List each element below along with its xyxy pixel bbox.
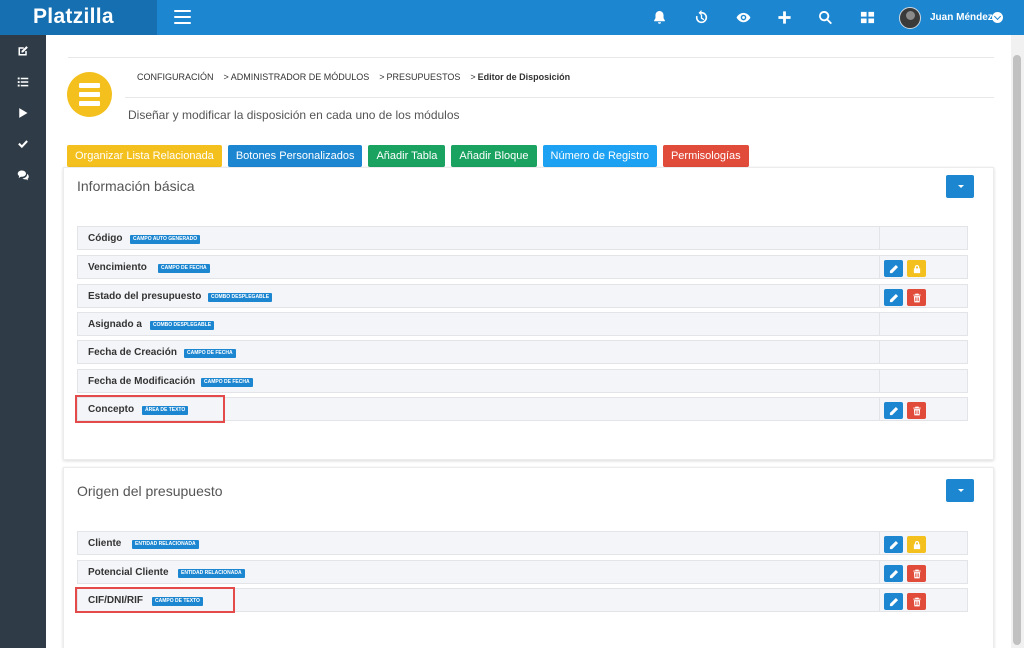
edit-field-button[interactable]	[884, 289, 903, 306]
grid-icon[interactable]	[858, 8, 876, 26]
lock-icon[interactable]	[907, 260, 926, 277]
field-type-badge: ENTIDAD RELACIONADA	[132, 540, 199, 549]
edit-field-button[interactable]	[884, 402, 903, 419]
row-divider	[879, 588, 880, 612]
field-row[interactable]: Asignado a COMBO DESPLEGABLE	[77, 312, 968, 336]
breadcrumb-editor: Editor de Disposición	[477, 72, 571, 82]
row-divider	[879, 560, 880, 584]
delete-field-button[interactable]	[907, 402, 926, 419]
field-row[interactable]: Estado del presupuesto COMBO DESPLEGABLE	[77, 284, 968, 308]
field-name: Fecha de Creación	[88, 347, 177, 358]
plus-icon[interactable]	[775, 8, 793, 26]
lock-icon[interactable]	[907, 536, 926, 553]
play-icon[interactable]	[15, 105, 31, 121]
check-icon[interactable]	[15, 136, 31, 152]
block-title: Información básica	[77, 178, 195, 194]
app-logo[interactable]: Platzilla	[33, 5, 114, 29]
breadcrumb-administrador[interactable]: ADMINISTRADOR DE MÓDULOS	[231, 72, 370, 82]
breadcrumb: CONFIGURACIÓN > ADMINISTRADOR DE MÓDULOS…	[137, 72, 580, 82]
history-icon[interactable]	[692, 8, 710, 26]
field-name: Fecha de Modificación	[88, 376, 196, 387]
field-type-badge: CAMPO AUTO GENERADO	[130, 235, 201, 244]
field-name: Estado del presupuesto	[88, 291, 202, 302]
field-name: Cliente	[88, 538, 122, 549]
organizar-lista-button[interactable]: Organizar Lista Relacionada	[67, 145, 222, 167]
action-tabs: Organizar Lista Relacionada Botones Pers…	[67, 145, 749, 167]
edit-field-button[interactable]	[884, 593, 903, 610]
page-subtitle: Diseñar y modificar la disposición en ca…	[128, 108, 460, 122]
highlight-box	[75, 395, 225, 423]
row-divider	[879, 397, 880, 421]
delete-field-button[interactable]	[907, 289, 926, 306]
chat-icon[interactable]	[15, 167, 31, 183]
page-scrollbar[interactable]	[1011, 35, 1024, 648]
breadcrumb-separator: >	[379, 72, 385, 82]
field-row[interactable]: Potencial Cliente ENTIDAD RELACIONADA	[77, 560, 968, 584]
field-name: Asignado a	[88, 319, 142, 330]
block-origen-presupuesto: Origen del presupuesto	[63, 467, 994, 648]
header-divider	[125, 97, 994, 98]
delete-field-button[interactable]	[907, 593, 926, 610]
edit-icon[interactable]	[15, 43, 31, 59]
field-type-badge: CAMPO DE FECHA	[184, 349, 236, 358]
row-divider	[879, 531, 880, 555]
breadcrumb-presupuestos[interactable]: PRESUPUESTOS	[387, 72, 461, 82]
search-icon[interactable]	[816, 8, 834, 26]
field-type-badge: ENTIDAD RELACIONADA	[178, 569, 245, 578]
breadcrumb-separator: >	[223, 72, 229, 82]
botones-personalizados-button[interactable]: Botones Personalizados	[227, 145, 363, 167]
row-divider	[879, 369, 880, 393]
edit-field-button[interactable]	[884, 536, 903, 553]
edit-field-button[interactable]	[884, 565, 903, 582]
block-options-button[interactable]	[946, 479, 974, 502]
edit-field-button[interactable]	[884, 260, 903, 277]
server-module-icon	[67, 72, 112, 117]
row-divider	[879, 340, 880, 364]
breadcrumb-configuracion[interactable]: CONFIGURACIÓN	[137, 72, 214, 82]
delete-field-button[interactable]	[907, 565, 926, 582]
top-navbar: Platzilla Juan Méndez	[0, 0, 1024, 35]
anadir-bloque-button[interactable]: Añadir Bloque	[451, 145, 537, 167]
breadcrumb-separator: >	[470, 72, 476, 82]
field-name: Código	[88, 233, 123, 244]
field-name: Vencimiento	[88, 262, 147, 273]
permisologias-button[interactable]: Permisologías	[662, 145, 749, 167]
field-type-badge: CAMPO DE FECHA	[201, 378, 253, 387]
header-top-divider	[68, 57, 994, 58]
avatar[interactable]	[899, 7, 921, 29]
field-type-badge: COMBO DESPLEGABLE	[208, 293, 273, 302]
field-row[interactable]: Código CAMPO AUTO GENERADO	[77, 226, 968, 250]
field-row[interactable]: Fecha de Modificación CAMPO DE FECHA	[77, 369, 968, 393]
field-row[interactable]: Cliente ENTIDAD RELACIONADA	[77, 531, 968, 555]
highlight-box	[75, 587, 235, 613]
field-type-badge: CAMPO DE FECHA	[158, 264, 210, 273]
row-divider	[879, 255, 880, 279]
anadir-tabla-button[interactable]: Añadir Tabla	[368, 145, 446, 167]
bell-icon[interactable]	[650, 8, 668, 26]
logo-area[interactable]: Platzilla	[0, 0, 157, 35]
field-row[interactable]: Vencimiento CAMPO DE FECHA	[77, 255, 968, 279]
menu-toggle-icon[interactable]	[174, 10, 191, 24]
chevron-down-icon[interactable]	[992, 12, 1003, 23]
block-title: Origen del presupuesto	[77, 483, 223, 499]
scrollbar-thumb[interactable]	[1013, 55, 1021, 645]
field-type-badge: COMBO DESPLEGABLE	[150, 321, 215, 330]
field-row[interactable]: Fecha de Creación CAMPO DE FECHA	[77, 340, 968, 364]
list-icon[interactable]	[15, 74, 31, 90]
row-divider	[879, 226, 880, 250]
field-name: Potencial Cliente	[88, 567, 169, 578]
numero-registro-button[interactable]: Número de Registro	[542, 145, 657, 167]
row-divider	[879, 284, 880, 308]
block-options-button[interactable]	[946, 175, 974, 198]
user-name[interactable]: Juan Méndez	[930, 12, 993, 23]
eye-icon[interactable]	[734, 8, 752, 26]
row-divider	[879, 312, 880, 336]
sidebar	[0, 35, 46, 648]
